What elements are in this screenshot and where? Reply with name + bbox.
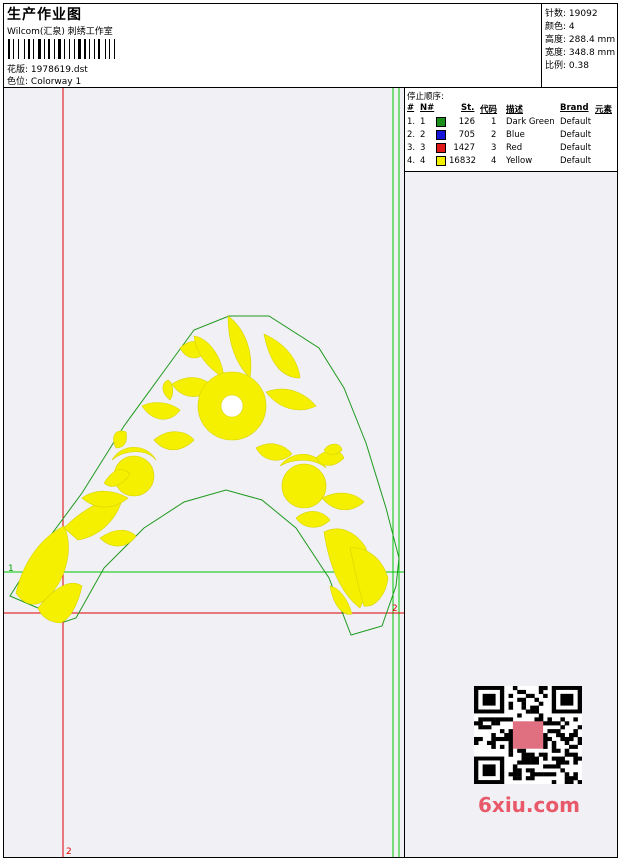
- colorway-name: Colorway 1: [30, 77, 82, 87]
- embroidery-fill: [15, 315, 389, 624]
- row-description: Dark Green: [506, 117, 555, 127]
- qr-code: [474, 686, 582, 784]
- color-swatch-3: [436, 143, 446, 153]
- col-header-code: 代码: [480, 105, 498, 115]
- col-header-element: 元素: [595, 105, 613, 115]
- embroidery-preview: [4, 88, 404, 857]
- row-code: 4: [491, 156, 497, 166]
- watermark-text: 6xiu.com: [478, 793, 580, 817]
- col-header-stitches: St.: [461, 103, 475, 113]
- row-description: Yellow: [506, 156, 533, 166]
- start-marker-label: 1: [8, 564, 14, 574]
- stop-order-title: 停止顺序:: [407, 92, 444, 102]
- row-code: 2: [491, 130, 497, 140]
- row-code: 1: [491, 117, 497, 127]
- stat-stitches: 针数: 19092: [545, 9, 598, 19]
- color-swatch-1: [436, 117, 446, 127]
- row-description: Blue: [506, 130, 525, 140]
- row-index: 2.: [407, 130, 416, 140]
- page-title: 生产作业图: [7, 7, 82, 23]
- row-needle: 4: [420, 156, 426, 166]
- row-stitches: 126: [458, 117, 475, 127]
- col-header-needle: N#: [420, 103, 435, 113]
- stat-width: 宽度: 348.8 mm: [545, 48, 616, 58]
- row-needle: 3: [420, 143, 426, 153]
- row-brand: Default: [560, 117, 592, 127]
- studio-name: Wilcom(汇泉) 刺绣工作室: [7, 27, 113, 37]
- col-header-brand: Brand: [560, 103, 589, 113]
- row-code: 3: [491, 143, 497, 153]
- row-brand: Default: [560, 130, 592, 140]
- row-stitches: 1427: [453, 143, 475, 153]
- row-index: 3.: [407, 143, 416, 153]
- qr-stamp: [512, 721, 544, 749]
- color-swatch-4: [436, 156, 446, 166]
- stats-panel: 针数: 19092 颜色: 4 高度: 288.4 mm 宽度: 348.8 m…: [542, 4, 617, 88]
- production-worksheet: 生产作业图 Wilcom(汇泉) 刺绣工作室 花版: 1978619.dst 色…: [3, 3, 618, 858]
- colorway-line: 色位: Colorway 1: [7, 74, 81, 87]
- row-needle: 1: [420, 117, 426, 127]
- row-brand: Default: [560, 143, 592, 153]
- row-stitches: 705: [458, 130, 475, 140]
- row-brand: Default: [560, 156, 592, 166]
- row-description: Red: [506, 143, 523, 153]
- end-marker-label: 2: [392, 604, 398, 614]
- row-index: 4.: [407, 156, 416, 166]
- col-header-index: #: [407, 103, 415, 113]
- colorway-label: 色位:: [7, 77, 29, 87]
- row-index: 1.: [407, 117, 416, 127]
- stat-height: 高度: 288.4 mm: [545, 35, 616, 45]
- stat-colors: 颜色: 4: [545, 22, 575, 32]
- stat-scale: 比例: 0.38: [545, 61, 589, 71]
- barcode: [8, 39, 115, 59]
- col-header-description: 描述: [506, 105, 524, 115]
- color-swatch-2: [436, 130, 446, 140]
- row-needle: 2: [420, 130, 426, 140]
- stop-order-panel: 停止顺序: # N# St. 代码 描述 Brand 元素 1. 1 126 1…: [404, 88, 617, 172]
- row-stitches: 16832: [449, 156, 477, 166]
- axis-bottom-label: 2: [66, 847, 72, 857]
- header-panel: 生产作业图 Wilcom(汇泉) 刺绣工作室 花版: 1978619.dst 色…: [4, 4, 542, 88]
